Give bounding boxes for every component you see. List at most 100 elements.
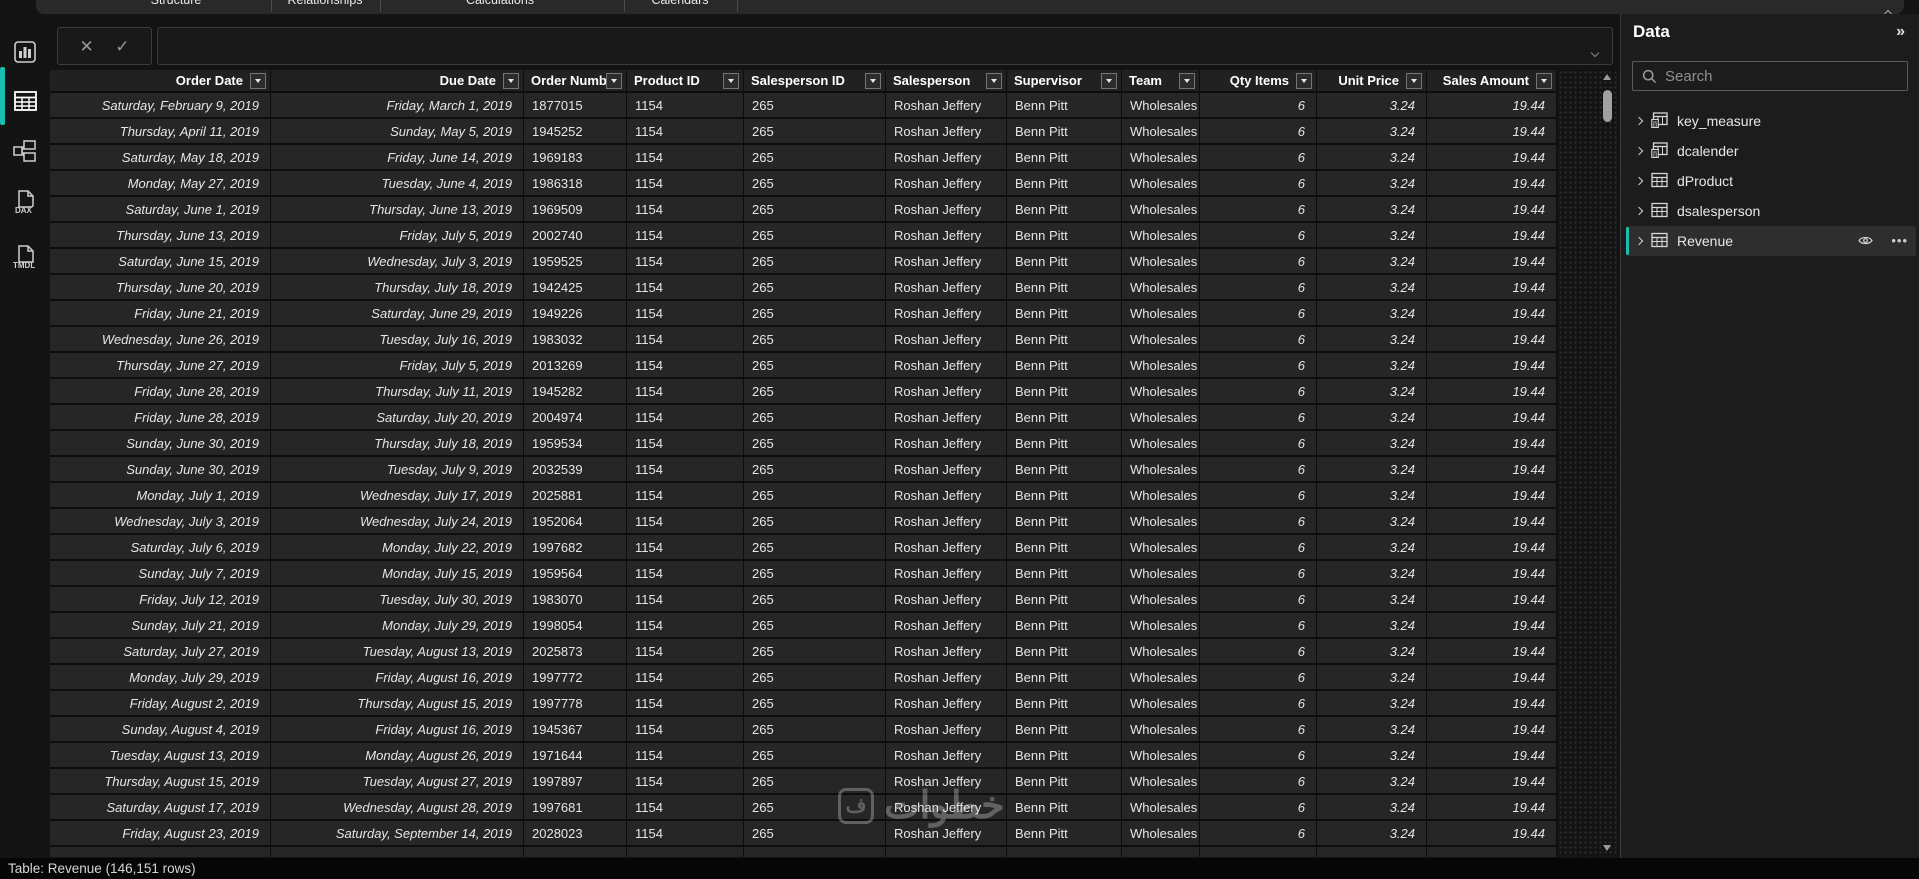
cell-sales_amount[interactable]: 19.44 — [1427, 743, 1557, 767]
cell-salesperson[interactable]: Roshan Jeffery — [886, 119, 1007, 143]
cell-order_number[interactable]: 2002740 — [524, 223, 627, 247]
cell-order_number[interactable]: 1997897 — [524, 769, 627, 793]
cell-sales_amount[interactable] — [1427, 847, 1557, 857]
cell-unit_price[interactable]: 3.24 — [1317, 613, 1427, 637]
cell-qty_items[interactable]: 6 — [1200, 249, 1317, 273]
cell-sales_amount[interactable]: 19.44 — [1427, 483, 1557, 507]
cell-sales_amount[interactable]: 19.44 — [1427, 197, 1557, 221]
cell-unit_price[interactable]: 3.24 — [1317, 587, 1427, 611]
cell-order_date[interactable]: Monday, July 29, 2019 — [50, 665, 271, 689]
cell-salesperson_id[interactable]: 265 — [744, 769, 886, 793]
cell-supervisor[interactable]: Benn Pitt — [1007, 431, 1122, 455]
cell-salesperson[interactable]: Roshan Jeffery — [886, 587, 1007, 611]
expand-chevron-icon[interactable] — [1634, 206, 1644, 216]
cell-salesperson[interactable]: Roshan Jeffery — [886, 379, 1007, 403]
cell-supervisor[interactable]: Benn Pitt — [1007, 561, 1122, 585]
cell-sales_amount[interactable]: 19.44 — [1427, 639, 1557, 663]
cell-unit_price[interactable]: 3.24 — [1317, 93, 1427, 117]
cell-order_number[interactable]: 1997682 — [524, 535, 627, 559]
cell-salesperson[interactable]: Roshan Jeffery — [886, 743, 1007, 767]
cell-order_number[interactable]: 1986318 — [524, 171, 627, 195]
cell-salesperson_id[interactable]: 265 — [744, 431, 886, 455]
cell-team[interactable]: Wholesales — [1122, 691, 1200, 715]
cell-salesperson_id[interactable] — [744, 847, 886, 857]
cell-supervisor[interactable]: Benn Pitt — [1007, 795, 1122, 819]
cell-qty_items[interactable] — [1200, 847, 1317, 857]
cell-qty_items[interactable]: 6 — [1200, 119, 1317, 143]
cell-product_id[interactable]: 1154 — [627, 795, 744, 819]
cell-unit_price[interactable]: 3.24 — [1317, 561, 1427, 585]
cell-supervisor[interactable]: Benn Pitt — [1007, 249, 1122, 273]
cell-salesperson_id[interactable]: 265 — [744, 223, 886, 247]
cell-salesperson[interactable]: Roshan Jeffery — [886, 691, 1007, 715]
cell-order_date[interactable]: Thursday, June 13, 2019 — [50, 223, 271, 247]
cell-team[interactable]: Wholesales — [1122, 119, 1200, 143]
cell-team[interactable]: Wholesales — [1122, 171, 1200, 195]
cell-product_id[interactable]: 1154 — [627, 769, 744, 793]
cell-team[interactable]: Wholesales — [1122, 197, 1200, 221]
cell-qty_items[interactable]: 6 — [1200, 743, 1317, 767]
column-header-team[interactable]: Team — [1122, 70, 1200, 91]
cell-product_id[interactable]: 1154 — [627, 561, 744, 585]
cell-order_date[interactable]: Monday, May 27, 2019 — [50, 171, 271, 195]
ribbon-tab-calendars[interactable]: Calendars — [652, 0, 709, 7]
cell-due_date[interactable]: Tuesday, August 13, 2019 — [271, 639, 524, 663]
cell-supervisor[interactable]: Benn Pitt — [1007, 743, 1122, 767]
cell-qty_items[interactable]: 6 — [1200, 353, 1317, 377]
cell-supervisor[interactable]: Benn Pitt — [1007, 457, 1122, 481]
cell-due_date[interactable]: Thursday, July 18, 2019 — [271, 431, 524, 455]
eye-icon[interactable] — [1858, 233, 1882, 249]
cell-due_date[interactable]: Monday, July 15, 2019 — [271, 561, 524, 585]
cell-team[interactable]: Wholesales — [1122, 613, 1200, 637]
cell-sales_amount[interactable]: 19.44 — [1427, 379, 1557, 403]
cell-unit_price[interactable]: 3.24 — [1317, 769, 1427, 793]
cell-team[interactable]: Wholesales — [1122, 587, 1200, 611]
column-header-qty_items[interactable]: Qty Items — [1200, 70, 1317, 91]
cell-product_id[interactable]: 1154 — [627, 535, 744, 559]
expand-chevron-icon[interactable] — [1634, 236, 1644, 246]
cell-supervisor[interactable]: Benn Pitt — [1007, 587, 1122, 611]
cell-team[interactable]: Wholesales — [1122, 431, 1200, 455]
cell-team[interactable]: Wholesales — [1122, 353, 1200, 377]
cell-due_date[interactable]: Thursday, June 13, 2019 — [271, 197, 524, 221]
cell-order_number[interactable]: 2025873 — [524, 639, 627, 663]
cell-order_number[interactable]: 1877015 — [524, 93, 627, 117]
cell-qty_items[interactable]: 6 — [1200, 275, 1317, 299]
cell-salesperson[interactable]: Roshan Jeffery — [886, 795, 1007, 819]
cell-due_date[interactable]: Friday, August 16, 2019 — [271, 665, 524, 689]
column-filter-button[interactable] — [1101, 72, 1117, 89]
cell-order_date[interactable]: Saturday, July 6, 2019 — [50, 535, 271, 559]
cell-salesperson_id[interactable]: 265 — [744, 795, 886, 819]
cell-due_date[interactable]: Saturday, July 20, 2019 — [271, 405, 524, 429]
cell-order_number[interactable]: 2013269 — [524, 353, 627, 377]
cell-unit_price[interactable]: 3.24 — [1317, 821, 1427, 845]
cell-product_id[interactable]: 1154 — [627, 405, 744, 429]
cell-team[interactable]: Wholesales — [1122, 821, 1200, 845]
cell-sales_amount[interactable]: 19.44 — [1427, 145, 1557, 169]
expand-chevron-icon[interactable] — [1634, 176, 1644, 186]
cell-due_date[interactable]: Tuesday, July 30, 2019 — [271, 587, 524, 611]
cell-due_date[interactable]: Monday, July 22, 2019 — [271, 535, 524, 559]
cell-salesperson_id[interactable]: 265 — [744, 613, 886, 637]
cell-salesperson[interactable]: Roshan Jeffery — [886, 353, 1007, 377]
cell-team[interactable]: Wholesales — [1122, 275, 1200, 299]
ribbon-tab-structure[interactable]: Structure — [151, 0, 202, 7]
cell-order_date[interactable] — [50, 847, 271, 857]
cell-unit_price[interactable]: 3.24 — [1317, 379, 1427, 403]
cell-sales_amount[interactable]: 19.44 — [1427, 301, 1557, 325]
cell-product_id[interactable]: 1154 — [627, 639, 744, 663]
cell-team[interactable]: Wholesales — [1122, 639, 1200, 663]
cell-order_date[interactable]: Wednesday, July 3, 2019 — [50, 509, 271, 533]
cell-order_number[interactable]: 1959564 — [524, 561, 627, 585]
cell-qty_items[interactable]: 6 — [1200, 561, 1317, 585]
cell-order_date[interactable]: Sunday, June 30, 2019 — [50, 431, 271, 455]
formula-commit-icon[interactable]: ✓ — [115, 38, 129, 55]
cell-salesperson_id[interactable]: 265 — [744, 821, 886, 845]
sidebar-item-tmdl-view[interactable]: TMDL — [0, 232, 50, 282]
cell-unit_price[interactable]: 3.24 — [1317, 223, 1427, 247]
cell-product_id[interactable]: 1154 — [627, 717, 744, 741]
cell-order_date[interactable]: Sunday, August 4, 2019 — [50, 717, 271, 741]
cell-salesperson[interactable]: Roshan Jeffery — [886, 613, 1007, 637]
cell-salesperson_id[interactable]: 265 — [744, 119, 886, 143]
cell-due_date[interactable]: Friday, July 5, 2019 — [271, 223, 524, 247]
